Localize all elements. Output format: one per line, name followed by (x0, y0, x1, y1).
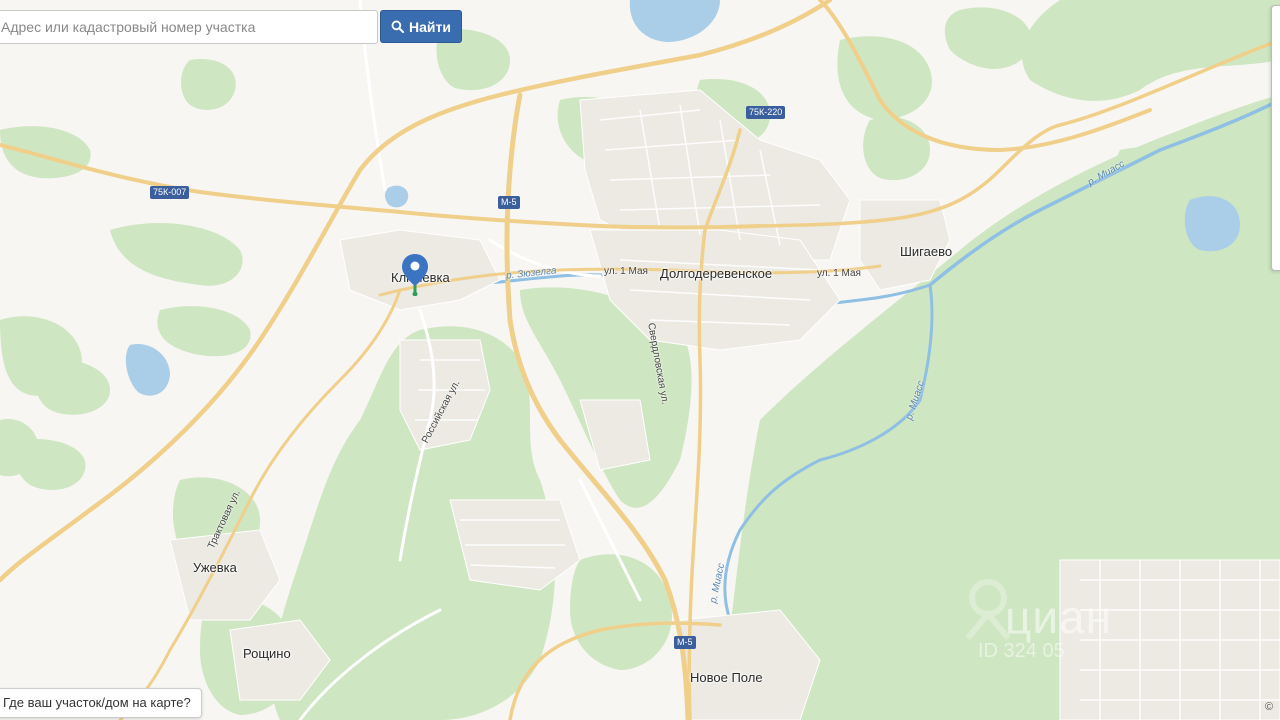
place-label-roshchino: Рощино (243, 646, 291, 661)
search-input[interactable] (0, 10, 378, 44)
search-button[interactable]: Найти (380, 10, 462, 43)
street-label-1-maya-east: ул. 1 Мая (817, 268, 861, 279)
place-label-shigaevo: Шигаево (900, 244, 953, 259)
street-label-1-maya-west: ул. 1 Мая (604, 266, 648, 277)
search-button-label: Найти (409, 18, 451, 35)
road-shield-m5-south: М-5 (674, 636, 696, 649)
road-shield-75k-007: 75К-007 (150, 186, 190, 199)
locate-hint-button[interactable]: Где ваш участок/дом на карте? (0, 688, 202, 718)
map-copyright: © (1265, 701, 1274, 713)
watermark-brand: циан (1005, 591, 1113, 643)
place-label-uzhevka: Ужевка (193, 560, 237, 575)
place-label-dolgoderevenskoe: Долгодеревенское (660, 266, 773, 281)
road-shield-75k-220: 75К-220 (746, 106, 786, 119)
road-shield-m5-north: М-5 (498, 196, 520, 209)
location-pin-icon[interactable] (402, 254, 428, 296)
watermark-id: ID 324 05 (978, 640, 1065, 662)
search-icon (391, 20, 405, 33)
side-panel[interactable] (1271, 5, 1280, 271)
place-label-novoe-pole: Новое Поле (690, 670, 763, 685)
